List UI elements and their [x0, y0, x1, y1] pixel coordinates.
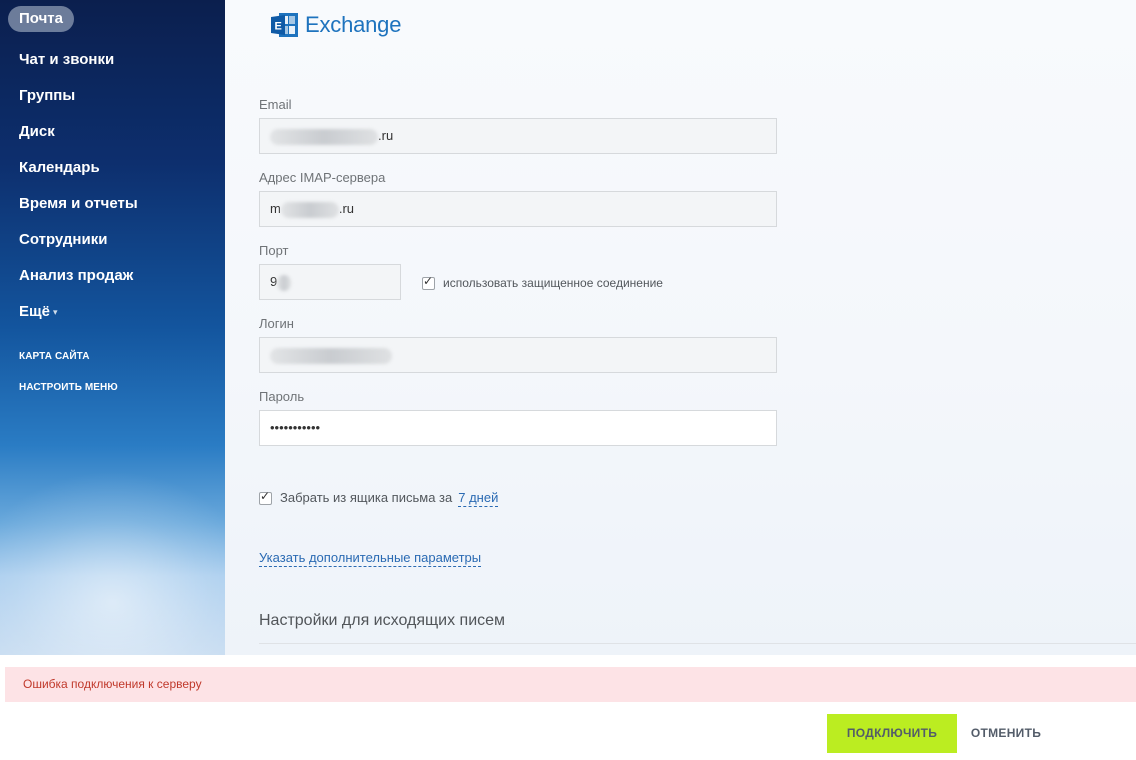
port-field[interactable]: 9 [259, 264, 401, 300]
error-message: Ошибка подключения к серверу [23, 677, 202, 691]
additional-params-link[interactable]: Указать дополнительные параметры [259, 550, 482, 567]
port-label: Порт [259, 243, 289, 258]
exchange-logo: E Exchange [271, 12, 401, 38]
cancel-button[interactable]: ОТМЕНИТЬ [958, 714, 1054, 753]
connection-error-banner: Ошибка подключения к серверу [5, 667, 1136, 702]
sidebar-item-chat[interactable]: Чат и звонки [8, 42, 218, 78]
redacted-text [270, 347, 392, 364]
logo-title: Exchange [305, 12, 402, 37]
fetch-mail-checkbox[interactable] [259, 489, 272, 506]
login-field[interactable] [259, 337, 777, 373]
redacted-text [270, 128, 378, 145]
left-sidebar: Почта Чат и звонки Группы Диск Календарь… [0, 0, 225, 655]
site-map-link[interactable]: КАРТА САЙТА [19, 350, 118, 381]
secure-connection-checkbox[interactable] [422, 274, 435, 291]
sidebar-utility-links: КАРТА САЙТА НАСТРОИТЬ МЕНЮ [19, 350, 118, 412]
imap-server-field[interactable]: m .ru [259, 191, 777, 227]
outgoing-settings-title: Настройки для исходящих писем [259, 612, 506, 629]
sidebar-item-mail[interactable]: Почта [8, 6, 74, 32]
login-label: Логин [259, 316, 294, 331]
section-divider [259, 643, 1136, 644]
nav-menu: Почта Чат и звонки Группы Диск Календарь… [8, 6, 218, 330]
configure-menu-link[interactable]: НАСТРОИТЬ МЕНЮ [19, 381, 118, 412]
password-field[interactable]: ••••••••••• [259, 410, 777, 446]
secure-connection-label: использовать защищенное соединение [443, 276, 663, 290]
redacted-text [280, 201, 339, 218]
redacted-text [277, 274, 292, 291]
email-label: Email [259, 97, 292, 112]
sidebar-item-groups[interactable]: Группы [8, 78, 218, 114]
sidebar-item-disk[interactable]: Диск [8, 114, 218, 150]
email-suffix: .ru [378, 128, 394, 143]
fetch-period-dropdown[interactable]: 7 дней [458, 490, 499, 507]
imap-prefix: m [270, 201, 281, 216]
imap-server-label: Адрес IMAP-сервера [259, 170, 386, 185]
sidebar-item-time-reports[interactable]: Время и отчеты [8, 186, 218, 222]
connect-button[interactable]: ПОДКЛЮЧИТЬ [827, 714, 957, 753]
password-label: Пароль [259, 389, 305, 404]
port-prefix: 9 [270, 274, 278, 289]
mail-setup-panel: E Exchange Email .ru Адрес IMAP-сервера … [225, 0, 1136, 655]
fetch-period-row: Забрать из ящика письма за 7 дней [259, 489, 499, 507]
additional-params-row: Указать дополнительные параметры [259, 550, 482, 567]
exchange-logo-icon: E [271, 13, 298, 37]
imap-suffix: .ru [338, 201, 355, 216]
sidebar-item-sales-analysis[interactable]: Анализ продаж [8, 258, 218, 294]
svg-text:E: E [275, 21, 282, 33]
chevron-down-icon: ▾ [53, 307, 58, 318]
secure-connection-row[interactable]: использовать защищенное соединение [422, 274, 663, 291]
sidebar-item-more-label: Ещё [19, 303, 51, 320]
fetch-mail-label: Забрать из ящика письма за [280, 490, 453, 505]
sidebar-item-employees[interactable]: Сотрудники [8, 222, 218, 258]
email-field[interactable]: .ru [259, 118, 777, 154]
sidebar-item-more[interactable]: Ещё ▾ [8, 294, 218, 330]
sidebar-item-calendar[interactable]: Календарь [8, 150, 218, 186]
